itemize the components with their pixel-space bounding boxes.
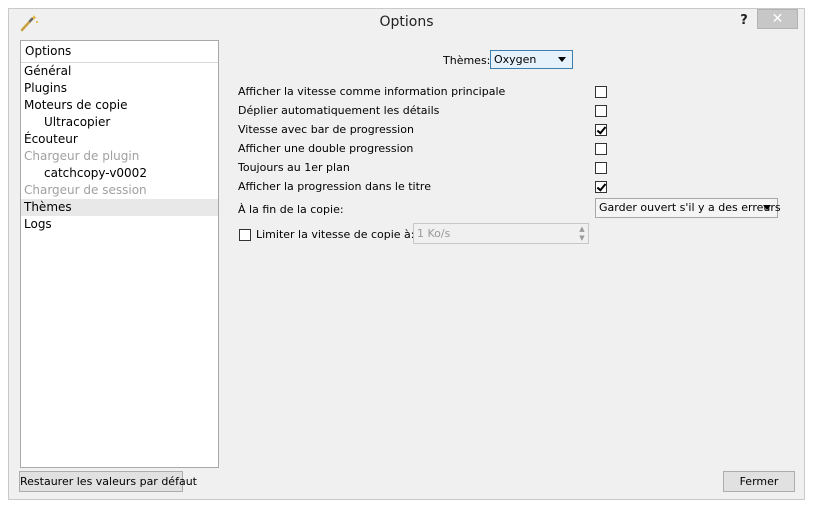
sidebar-item-g-n-ral[interactable]: Général (21, 63, 218, 80)
sidebar-item-logs[interactable]: Logs (21, 216, 218, 233)
option-label: Vitesse avec bar de progression (238, 123, 414, 136)
spin-up-icon[interactable]: ▲ (578, 225, 586, 233)
spin-down-icon[interactable]: ▼ (578, 234, 586, 242)
close-window-button[interactable]: ✕ (757, 9, 798, 29)
chevron-down-icon (558, 57, 566, 62)
speed-limit-checkbox[interactable] (239, 229, 251, 241)
themes-panel: Thèmes: Oxygen Afficher la vitesse comme… (222, 40, 804, 468)
sidebar-item-chargeur-de-plugin[interactable]: Chargeur de plugin (21, 148, 218, 165)
sidebar-item-moteurs-de-copie[interactable]: Moteurs de copie (21, 97, 218, 114)
speed-limit-input[interactable]: 1 Ko/s ▲ ▼ (413, 223, 589, 244)
title-bar: Options ? ✕ (9, 9, 804, 38)
option-checkbox[interactable] (595, 124, 607, 136)
themes-select-value: Oxygen (494, 53, 537, 66)
option-label: Afficher la vitesse comme information pr… (238, 85, 506, 98)
themes-select[interactable]: Oxygen (490, 50, 573, 69)
option-checkbox[interactable] (595, 181, 607, 193)
sidebar-item-chargeur-de-session[interactable]: Chargeur de session (21, 182, 218, 199)
sidebar-list: Général Plugins Moteurs de copie Ultracopie… (21, 63, 218, 233)
window-title: Options (379, 14, 434, 30)
option-checkbox[interactable] (595, 143, 607, 155)
restore-defaults-button[interactable]: Restaurer les valeurs par défaut (19, 471, 197, 492)
sidebar-item--couteur[interactable]: Écouteur (21, 131, 218, 148)
sidebar-item-plugins[interactable]: Plugins (21, 80, 218, 97)
close-button[interactable]: Fermer (723, 471, 795, 492)
options-window: Options ? ✕ Options Général Plugins Moteur… (8, 8, 805, 500)
option-label: Déplier automatiquement les détails (238, 104, 440, 117)
speed-limit-label: Limiter la vitesse de copie à: (256, 228, 415, 241)
chevron-down-icon (763, 205, 771, 210)
end-of-copy-value: Garder ouvert s'il y a des erreurs (599, 201, 781, 214)
option-checkbox[interactable] (595, 162, 607, 174)
sidebar-item-th-mes[interactable]: Thèmes (21, 199, 218, 216)
help-button[interactable]: ? (732, 11, 756, 31)
sidebar: Options Général Plugins Moteurs de copie Ul… (20, 40, 219, 468)
option-checkbox[interactable] (595, 105, 607, 117)
sidebar-header: Options (21, 41, 218, 63)
speed-limit-value: 1 Ko/s (417, 227, 451, 240)
sidebar-item-catchcopy-v0002[interactable]: catchcopy-v0002 (21, 165, 218, 182)
end-of-copy-label: À la fin de la copie: (238, 203, 344, 216)
end-of-copy-select[interactable]: Garder ouvert s'il y a des erreurs (595, 198, 781, 218)
option-label: Afficher une double progression (238, 142, 414, 155)
option-label: Afficher la progression dans le titre (238, 180, 431, 193)
sidebar-item-ultracopier[interactable]: Ultracopier (21, 114, 218, 131)
option-checkbox[interactable] (595, 86, 607, 98)
option-label: Toujours au 1er plan (238, 161, 350, 174)
themes-label: Thèmes: (443, 54, 491, 67)
